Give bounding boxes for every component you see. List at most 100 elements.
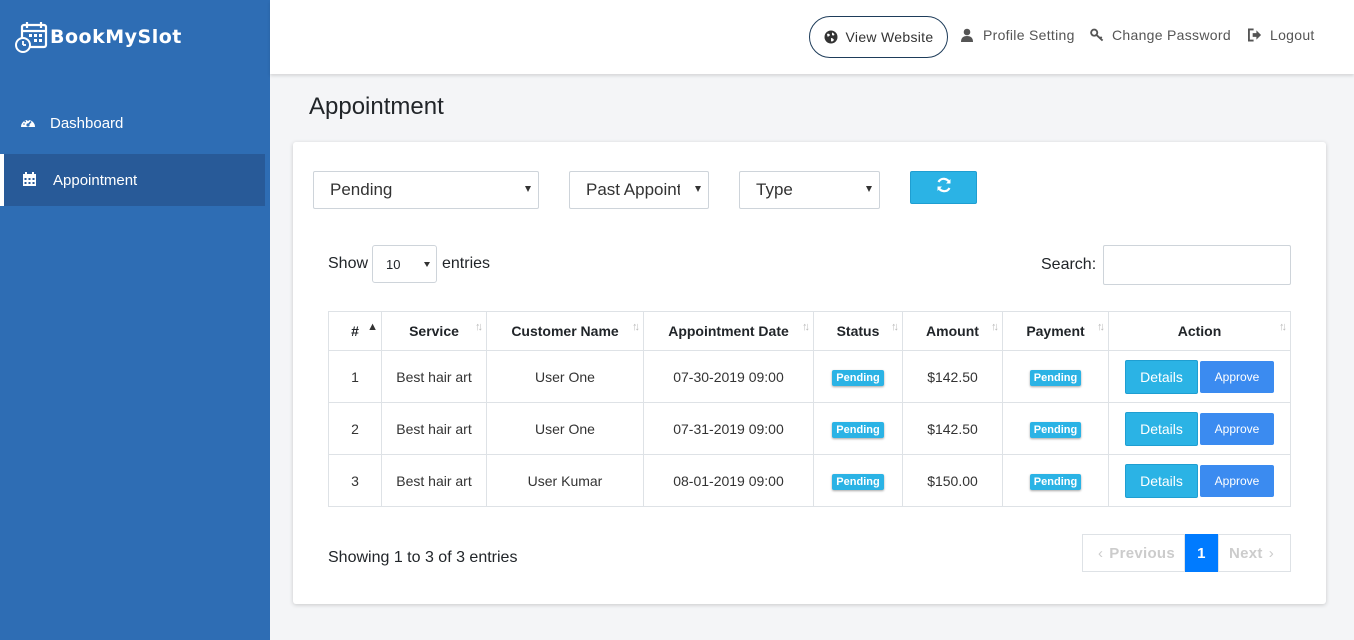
row-service: Best hair art bbox=[381, 350, 487, 403]
column-header-customer[interactable]: Customer Name ↑↓ bbox=[486, 311, 644, 351]
row-customer: User Kumar bbox=[486, 454, 644, 507]
sort-icon: ↑↓ bbox=[1279, 321, 1287, 333]
type-filter-select[interactable]: Type bbox=[739, 171, 880, 209]
row-number: 3 bbox=[328, 454, 382, 507]
type-filter-value: Type bbox=[756, 180, 793, 199]
sidebar-item-appointment[interactable]: Appointment bbox=[0, 154, 265, 206]
column-header-number[interactable]: # ▲ bbox=[328, 311, 382, 351]
brand[interactable]: BookMySlot bbox=[14, 20, 182, 54]
status-filter-value: Pending bbox=[330, 180, 393, 199]
user-icon bbox=[961, 28, 975, 42]
profile-setting-link[interactable]: Profile Setting bbox=[961, 27, 1075, 43]
sort-icon: ↑↓ bbox=[632, 321, 640, 333]
logout-icon bbox=[1248, 28, 1262, 42]
page-size-select[interactable]: 10 bbox=[372, 245, 437, 283]
refresh-icon bbox=[936, 177, 952, 198]
calendar-clock-logo-icon bbox=[14, 20, 48, 54]
logout-label: Logout bbox=[1270, 27, 1315, 43]
row-amount: $142.50 bbox=[902, 350, 1003, 403]
payment-badge: Pending bbox=[1029, 421, 1082, 438]
column-header-status[interactable]: Status ↑↓ bbox=[813, 311, 903, 351]
change-password-link[interactable]: Change Password bbox=[1090, 27, 1231, 43]
sidebar-item-dashboard[interactable]: Dashboard bbox=[0, 97, 265, 149]
brand-name: BookMySlot bbox=[50, 26, 182, 48]
page-title: Appointment bbox=[309, 93, 444, 120]
row-amount: $142.50 bbox=[902, 402, 1003, 455]
status-badge: Pending bbox=[832, 369, 884, 386]
row-action-cell: Details Approve bbox=[1108, 402, 1291, 455]
approve-button[interactable]: Approve bbox=[1200, 360, 1274, 393]
next-label: Next bbox=[1228, 544, 1263, 562]
sidebar-item-label: Appointment bbox=[53, 171, 138, 189]
chevron-left-icon: ‹ bbox=[1097, 544, 1104, 562]
calendar-icon bbox=[22, 172, 38, 188]
page-size-value: 10 bbox=[386, 256, 401, 272]
page-1-button[interactable]: 1 bbox=[1185, 534, 1218, 572]
refresh-button[interactable] bbox=[910, 171, 977, 204]
row-status-cell: Pending bbox=[813, 454, 903, 507]
dashboard-icon bbox=[20, 115, 36, 131]
row-date: 07-31-2019 09:00 bbox=[643, 402, 814, 455]
table-header-row: # ▲ Service ↑↓ Customer Name ↑↓ Appointment… bbox=[328, 311, 1291, 351]
row-payment-cell: Pending bbox=[1002, 454, 1109, 507]
sort-icon: ↑↓ bbox=[475, 321, 483, 333]
next-page-button[interactable]: Next › bbox=[1218, 534, 1291, 572]
sort-icon: ▲ bbox=[367, 321, 378, 333]
table-row: 3 Best hair art User Kumar 08-01-2019 09… bbox=[328, 454, 1291, 507]
column-header-action[interactable]: Action ↑↓ bbox=[1108, 311, 1291, 351]
status-badge: Pending bbox=[832, 473, 884, 490]
chevron-right-icon: › bbox=[1268, 544, 1274, 562]
column-header-payment[interactable]: Payment ↑↓ bbox=[1002, 311, 1109, 351]
row-service: Best hair art bbox=[381, 454, 487, 507]
sort-icon: ↑↓ bbox=[991, 321, 999, 333]
sort-icon: ↑↓ bbox=[1097, 321, 1105, 333]
table-info: Showing 1 to 3 of 3 entries bbox=[328, 549, 518, 566]
chevron-down-icon bbox=[424, 262, 430, 267]
details-button[interactable]: Details bbox=[1125, 359, 1198, 394]
row-date: 08-01-2019 09:00 bbox=[643, 454, 814, 507]
row-service: Best hair art bbox=[381, 402, 487, 455]
row-customer: User One bbox=[486, 350, 644, 403]
globe-icon bbox=[824, 30, 838, 44]
time-filter-select[interactable]: Past Appointments bbox=[569, 171, 709, 209]
row-amount: $150.00 bbox=[902, 454, 1003, 507]
details-button[interactable]: Details bbox=[1125, 411, 1198, 446]
payment-badge: Pending bbox=[1029, 473, 1082, 490]
view-website-button[interactable]: View Website bbox=[809, 16, 948, 58]
view-website-label: View Website bbox=[845, 29, 934, 45]
row-payment-cell: Pending bbox=[1002, 402, 1109, 455]
previous-label: Previous bbox=[1109, 544, 1176, 562]
sidebar-item-label: Dashboard bbox=[50, 114, 124, 132]
details-button[interactable]: Details bbox=[1125, 463, 1198, 498]
topbar: View Website Profile Setting Change Pass… bbox=[270, 0, 1354, 74]
sort-icon: ↑↓ bbox=[891, 321, 899, 333]
time-filter-value: Past Appointments bbox=[586, 180, 680, 199]
column-header-amount[interactable]: Amount ↑↓ bbox=[902, 311, 1003, 351]
status-filter-select[interactable]: Pending bbox=[313, 171, 539, 209]
appointments-table: # ▲ Service ↑↓ Customer Name ↑↓ Appointment… bbox=[328, 311, 1291, 507]
chevron-down-icon bbox=[695, 186, 701, 192]
row-status-cell: Pending bbox=[813, 402, 903, 455]
row-customer: User One bbox=[486, 402, 644, 455]
show-label: Show bbox=[328, 255, 369, 272]
column-header-service[interactable]: Service ↑↓ bbox=[381, 311, 487, 351]
approve-button[interactable]: Approve bbox=[1200, 412, 1274, 445]
profile-setting-label: Profile Setting bbox=[983, 27, 1075, 43]
change-password-label: Change Password bbox=[1112, 27, 1231, 43]
column-header-date[interactable]: Appointment Date ↑↓ bbox=[643, 311, 814, 351]
previous-page-button[interactable]: ‹ Previous bbox=[1082, 534, 1185, 572]
row-status-cell: Pending bbox=[813, 350, 903, 403]
logout-link[interactable]: Logout bbox=[1248, 27, 1315, 43]
row-payment-cell: Pending bbox=[1002, 350, 1109, 403]
entries-label: entries bbox=[442, 255, 491, 272]
search-label: Search: bbox=[1041, 256, 1097, 273]
appointments-card: Pending Past Appointments Type Show 10 e… bbox=[293, 142, 1326, 604]
table-row: 2 Best hair art User One 07-31-2019 09:0… bbox=[328, 402, 1291, 455]
pagination: ‹ Previous 1 Next › bbox=[1082, 534, 1291, 572]
approve-button[interactable]: Approve bbox=[1200, 464, 1274, 497]
row-date: 07-30-2019 09:00 bbox=[643, 350, 814, 403]
chevron-down-icon bbox=[866, 186, 872, 192]
status-badge: Pending bbox=[832, 421, 884, 438]
chevron-down-icon bbox=[525, 186, 531, 192]
search-input[interactable] bbox=[1103, 245, 1291, 285]
